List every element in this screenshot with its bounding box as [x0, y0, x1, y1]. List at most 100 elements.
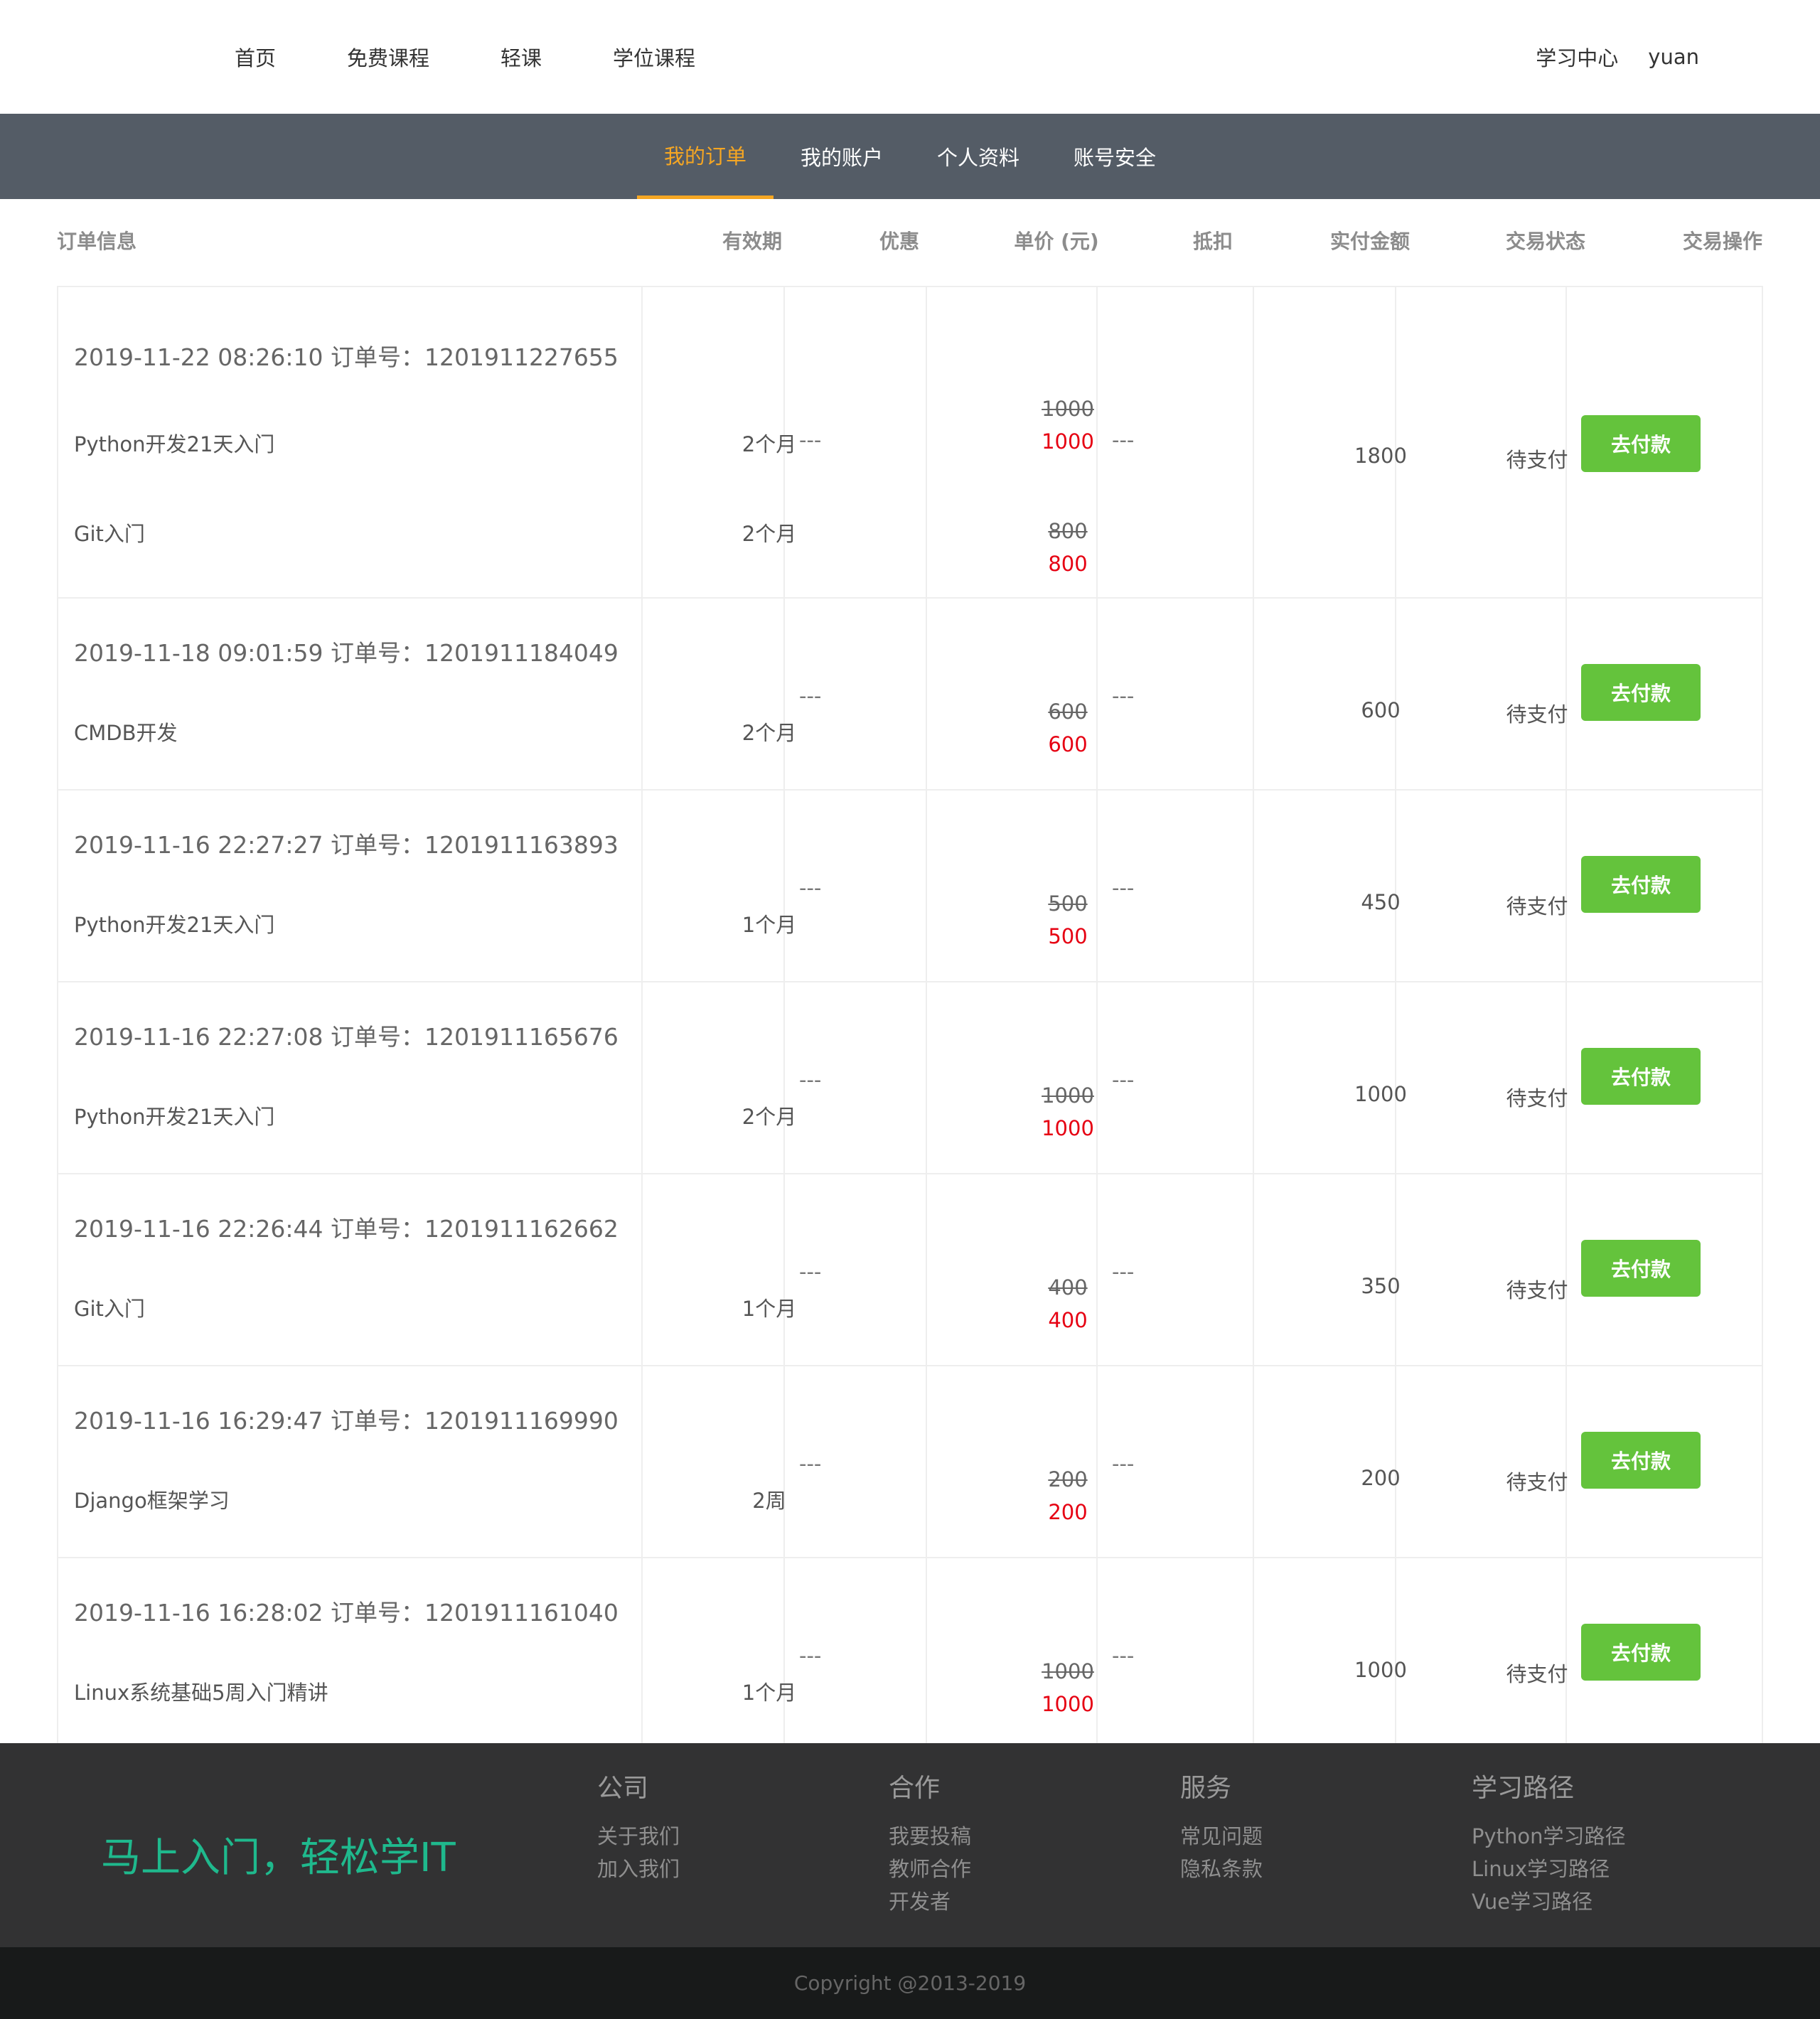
course-name: Git入门 — [74, 522, 145, 546]
nav-free-courses[interactable]: 免费课程 — [347, 42, 429, 72]
deduction-value: --- — [1112, 1452, 1135, 1476]
tab-my-account[interactable]: 我的账户 — [774, 114, 910, 199]
order-status: 待支付 — [1506, 702, 1568, 727]
header-discount: 优惠 — [879, 230, 920, 253]
order-row: 2019-11-22 08:26:10 订单号：1201911227655 Pyt… — [58, 287, 1762, 599]
course-name: Python开发21天入门 — [74, 432, 275, 456]
column-divider — [1096, 1558, 1098, 1749]
course-validity: 2个月 — [742, 721, 797, 745]
column-divider — [1253, 791, 1254, 981]
course-validity: 2周 — [752, 1489, 786, 1513]
order-row: 2019-11-16 22:27:27 订单号：1201911163893 Pyt… — [58, 791, 1762, 982]
column-divider — [1253, 599, 1254, 789]
column-divider — [1395, 982, 1396, 1173]
footer-link-join[interactable]: 加入我们 — [597, 1853, 680, 1885]
column-divider — [641, 287, 643, 597]
original-price: 1000 — [1042, 1083, 1094, 1108]
original-price: 1000 — [1042, 397, 1094, 421]
course-validity: 2个月 — [742, 1105, 797, 1129]
nav-degree-courses[interactable]: 学位课程 — [613, 42, 695, 72]
course-validity: 1个月 — [742, 1297, 797, 1321]
original-price: 600 — [1048, 700, 1088, 724]
column-divider — [641, 982, 643, 1173]
discount-value: --- — [799, 1452, 822, 1476]
header-validity: 有效期 — [722, 230, 783, 253]
footer-link-teacher[interactable]: 教师合作 — [889, 1853, 971, 1885]
username-link[interactable]: yuan — [1648, 45, 1699, 69]
footer-link-developer[interactable]: 开发者 — [889, 1885, 971, 1918]
pay-button[interactable]: 去付款 — [1581, 1240, 1701, 1297]
learning-center-link[interactable]: 学习中心 — [1536, 42, 1618, 72]
footer-link-about[interactable]: 关于我们 — [597, 1820, 680, 1853]
footer-link-faq[interactable]: 常见问题 — [1180, 1820, 1263, 1853]
top-header: 首页 免费课程 轻课 学位课程 学习中心 yuan — [0, 0, 1820, 114]
order-status: 待支付 — [1506, 1278, 1568, 1302]
order-row: 2019-11-16 22:27:08 订单号：1201911165676 Pyt… — [58, 982, 1762, 1174]
column-divider — [641, 1558, 643, 1749]
pay-button[interactable]: 去付款 — [1581, 1432, 1701, 1489]
order-meta: 2019-11-16 16:28:02 订单号：1201911161040 — [74, 1599, 619, 1627]
footer-col-title: 合作 — [889, 1774, 941, 1803]
pay-button[interactable]: 去付款 — [1581, 856, 1701, 913]
column-divider — [1565, 982, 1567, 1173]
course-name: Python开发21天入门 — [74, 1105, 275, 1129]
footer: 马上入门，轻松学IT 公司 关于我们 加入我们 合作 我要投稿 教师合作 开发者… — [0, 1743, 1820, 1947]
footer-link-python-path[interactable]: Python学习路径 — [1472, 1820, 1626, 1853]
column-divider — [1395, 287, 1396, 597]
column-divider — [926, 791, 927, 981]
pay-button[interactable]: 去付款 — [1581, 1624, 1701, 1681]
column-divider — [641, 1366, 643, 1557]
order-status: 待支付 — [1506, 1662, 1568, 1686]
orders-table-header: 订单信息 有效期 优惠 单价 (元) 抵扣 实付金额 交易状态 交易操作 — [0, 199, 1820, 284]
nav-light-courses[interactable]: 轻课 — [500, 42, 542, 72]
tab-profile[interactable]: 个人资料 — [910, 114, 1046, 199]
course-name: Python开发21天入门 — [74, 913, 275, 937]
deduction-value: --- — [1112, 1644, 1135, 1668]
column-divider — [1565, 287, 1567, 597]
footer-col-service: 服务 常见问题 隐私条款 — [1180, 1770, 1263, 1885]
deduction-value: --- — [1112, 684, 1135, 708]
footer-link-vue-path[interactable]: Vue学习路径 — [1472, 1885, 1626, 1918]
column-divider — [1253, 982, 1254, 1173]
nav-home[interactable]: 首页 — [235, 42, 276, 72]
pay-button[interactable]: 去付款 — [1581, 664, 1701, 721]
deduction-value: --- — [1112, 428, 1135, 452]
current-price: 200 — [1048, 1500, 1088, 1524]
footer-link-submit[interactable]: 我要投稿 — [889, 1820, 971, 1853]
original-price: 1000 — [1042, 1659, 1094, 1683]
discount-value: --- — [799, 684, 822, 708]
column-divider — [926, 1558, 927, 1749]
column-divider — [1096, 599, 1098, 789]
column-divider — [926, 982, 927, 1173]
current-price: 1000 — [1042, 1692, 1094, 1716]
course-name: Django框架学习 — [74, 1489, 230, 1513]
header-action: 交易操作 — [1682, 230, 1763, 253]
pay-button[interactable]: 去付款 — [1581, 415, 1701, 472]
column-divider — [1253, 1366, 1254, 1557]
order-meta: 2019-11-16 22:26:44 订单号：1201911162662 — [74, 1215, 619, 1243]
order-meta: 2019-11-16 22:27:08 订单号：1201911165676 — [74, 1023, 619, 1051]
order-meta: 2019-11-16 16:29:47 订单号：1201911169990 — [74, 1407, 619, 1435]
column-divider — [926, 1366, 927, 1557]
tab-my-orders[interactable]: 我的订单 — [637, 114, 774, 199]
column-divider — [926, 1174, 927, 1365]
paid-amount: 1000 — [1354, 1658, 1407, 1682]
column-divider — [1395, 1558, 1396, 1749]
column-divider — [783, 1174, 785, 1365]
discount-value: --- — [799, 1644, 822, 1668]
column-divider — [1565, 791, 1567, 981]
original-price: 500 — [1048, 891, 1088, 916]
current-price: 600 — [1048, 732, 1088, 756]
footer-link-privacy[interactable]: 隐私条款 — [1180, 1853, 1263, 1885]
column-divider — [1253, 287, 1254, 597]
deduction-value: --- — [1112, 1068, 1135, 1092]
footer-col-title: 公司 — [597, 1774, 649, 1803]
course-validity: 2个月 — [742, 522, 797, 546]
header-order-info: 订单信息 — [57, 230, 137, 253]
footer-link-linux-path[interactable]: Linux学习路径 — [1472, 1853, 1626, 1885]
current-price: 400 — [1048, 1308, 1088, 1332]
tab-account-security[interactable]: 账号安全 — [1046, 114, 1183, 199]
header-paid-amount: 实付金额 — [1329, 230, 1410, 253]
original-price: 400 — [1048, 1275, 1088, 1300]
pay-button[interactable]: 去付款 — [1581, 1048, 1701, 1105]
